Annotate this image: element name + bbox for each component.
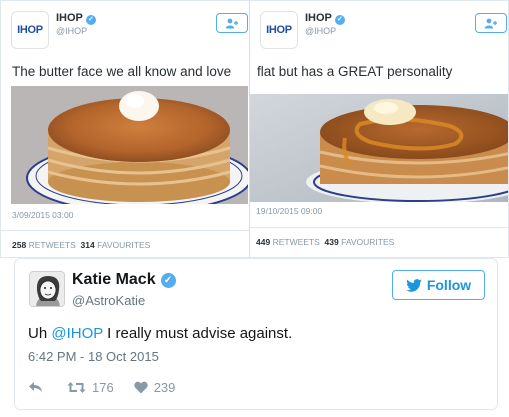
reply-tweet-card: Katie Mack ✓ @AstroKatie Follow Uh @IHOP … [14,258,498,410]
pancake-photo[interactable] [250,94,508,202]
account-handle[interactable]: @IHOP [305,26,336,36]
mention-link[interactable]: @IHOP [51,325,103,342]
retweet-count[interactable]: 258 [12,240,26,250]
divider [250,227,508,228]
tweet-date[interactable]: 3/09/2015 03:00 [12,210,73,220]
ihop-tweet-card-right: IHOP IHOP ✓ @IHOP flat but has a GREAT pe… [249,0,509,258]
cartoon-portrait-icon [30,272,64,306]
follow-button[interactable] [475,13,507,33]
reply-button[interactable] [28,381,43,393]
pancake-stack-syrup-image [250,94,508,202]
verified-badge-icon: ✓ [85,15,96,25]
retweet-count: 176 [92,379,114,395]
tweet-text: Uh @IHOP I really must advise against. [28,325,293,342]
tweet-stats: 449 RETWEETS 439 FAVOURITES [256,237,394,247]
account-handle[interactable]: @IHOP [56,26,87,36]
author-handle[interactable]: @AstroKatie [72,293,145,308]
heart-icon [134,381,148,393]
account-name[interactable]: IHOP ✓ [56,12,96,25]
ihop-tweet-card-left: IHOP IHOP ✓ @IHOP The butter face we all … [0,0,256,258]
tweet-text: flat but has a GREAT personality [257,64,453,79]
add-user-icon [484,18,497,28]
favourite-count[interactable]: 439 [325,237,339,247]
favourite-count[interactable]: 314 [81,240,95,250]
account-name[interactable]: IHOP ✓ [305,12,345,25]
reply-icon [29,382,42,392]
tweet-stats: 258 RETWEETS 314 FAVOURITES [12,240,150,250]
verified-badge-icon: ✓ [160,273,176,288]
follow-label: Follow [426,277,472,293]
retweet-button[interactable]: 176 [67,380,114,395]
add-user-icon [225,18,238,28]
avatar[interactable] [29,271,65,307]
like-button[interactable]: 239 [134,379,176,395]
tweet-timestamp[interactable]: 6:42 PM - 18 Oct 2015 [28,349,159,364]
pancake-photo[interactable] [11,86,248,204]
like-count: 239 [153,379,176,395]
twitter-bird-icon [406,278,422,292]
verified-badge-icon: ✓ [334,15,345,25]
tweet-header: IHOP IHOP ✓ @IHOP [1,11,255,51]
tweet-actions: 176 239 [28,377,175,397]
ihop-logo-text: IHOP [17,24,43,36]
retweet-count[interactable]: 449 [256,237,270,247]
tweet-date[interactable]: 19/10/2015 09:00 [256,206,322,216]
ihop-avatar[interactable]: IHOP [11,11,49,49]
retweets-label: RETWEETS [272,237,320,247]
tweet-header: IHOP IHOP ✓ @IHOP [250,11,508,51]
ihop-logo-text: IHOP [266,24,292,36]
retweet-icon [67,381,86,393]
divider [1,230,255,231]
retweets-label: RETWEETS [28,240,76,250]
follow-button[interactable] [216,13,248,33]
follow-button[interactable]: Follow [392,270,485,300]
pancake-stack-image [11,86,248,204]
favourites-label: FAVOURITES [341,237,395,247]
tweet-text: The butter face we all know and love [12,64,232,79]
ihop-avatar[interactable]: IHOP [260,11,298,49]
favourites-label: FAVOURITES [97,240,151,250]
author-name[interactable]: Katie Mack ✓ [72,271,176,289]
